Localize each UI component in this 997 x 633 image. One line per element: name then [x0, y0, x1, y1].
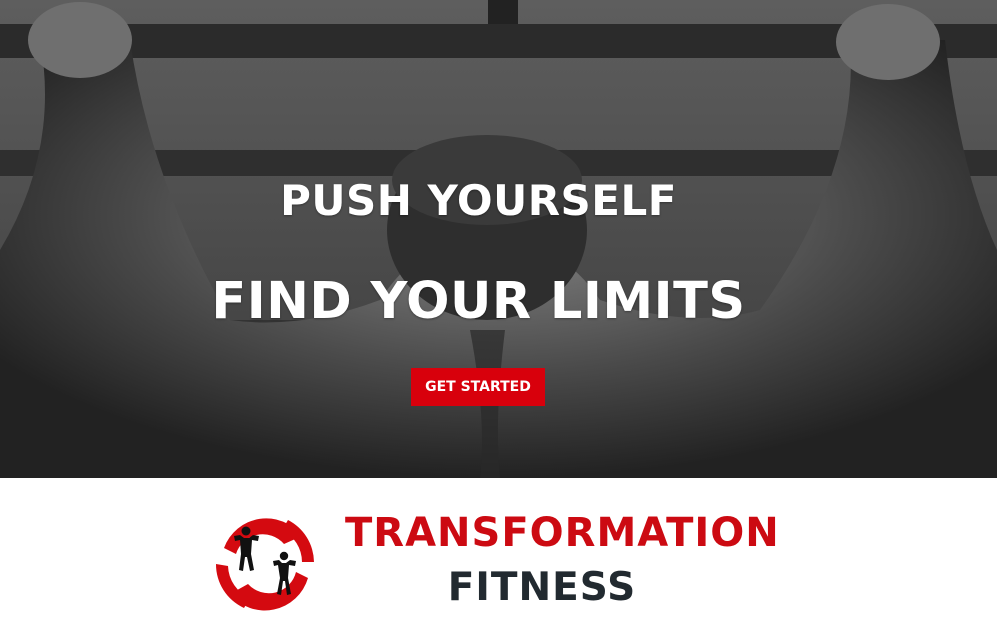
hero-headline-secondary: FIND YOUR LIMITS — [211, 272, 746, 331]
brand-name-line-2: FITNESS — [447, 565, 637, 610]
brand-section: TRANSFORMATION FITNESS — [0, 478, 997, 633]
bodybuilders-logo-icon[interactable] — [214, 514, 318, 614]
hero-headline-primary: PUSH YOURSELF — [280, 176, 677, 225]
brand-name-line-1: TRANSFORMATION — [345, 510, 780, 556]
get-started-button[interactable]: GET STARTED — [411, 368, 545, 406]
hero-photo — [0, 0, 997, 478]
hero-section: PUSH YOURSELF FIND YOUR LIMITS GET START… — [0, 0, 997, 478]
